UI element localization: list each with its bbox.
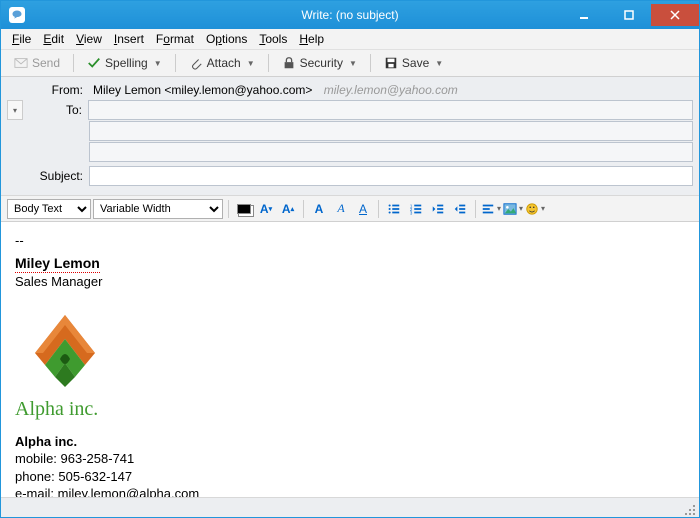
signature-name: Miley Lemon (15, 254, 100, 274)
dropdown-icon: ▼ (154, 59, 162, 68)
main-toolbar: Send Spelling ▼ Attach ▼ Security ▼ Save… (1, 49, 699, 77)
signature-info: Alpha inc. mobile: 963-258-741 phone: 50… (15, 433, 685, 503)
separator (175, 54, 176, 72)
security-label: Security (300, 56, 343, 70)
menu-view[interactable]: View (71, 30, 107, 48)
menu-format[interactable]: Format (151, 30, 199, 48)
color-swatch-icon (237, 204, 251, 214)
separator (268, 54, 269, 72)
menu-help[interactable]: Help (294, 30, 329, 48)
attach-label: Attach (207, 56, 241, 70)
send-icon (14, 56, 28, 70)
insert-emoji-button[interactable]: ▾ (525, 199, 545, 219)
to-input[interactable] (88, 100, 693, 120)
window-title: Write: (no subject) (1, 8, 699, 22)
dropdown-icon: ▼ (247, 59, 255, 68)
menu-insert[interactable]: Insert (109, 30, 149, 48)
outdent-button[interactable] (428, 199, 448, 219)
svg-text:3: 3 (410, 210, 413, 215)
signature-company: Alpha inc. (15, 434, 77, 449)
dropdown-icon: ▾ (519, 204, 523, 213)
separator (228, 200, 229, 218)
underline-button[interactable]: A (353, 199, 373, 219)
mobile-label: mobile: (15, 451, 61, 466)
separator (73, 54, 74, 72)
signature-logo: Alpha inc. (15, 309, 685, 423)
resize-grip[interactable] (683, 503, 695, 515)
phone-value: 505-632-147 (58, 469, 132, 484)
dropdown-icon: ▼ (435, 59, 443, 68)
from-main: Miley Lemon <miley.lemon@yahoo.com> (93, 83, 312, 97)
status-bar (1, 497, 699, 517)
company-logo-icon (15, 309, 115, 389)
number-list-button[interactable]: 123 (406, 199, 426, 219)
menu-options[interactable]: Options (201, 30, 252, 48)
bullet-list-button[interactable] (384, 199, 404, 219)
title-bar: Write: (no subject) (1, 1, 699, 29)
lock-icon (282, 56, 296, 70)
separator (475, 200, 476, 218)
font-size-increase-button[interactable]: A▴ (278, 199, 298, 219)
send-button[interactable]: Send (7, 53, 67, 73)
from-extra: miley.lemon@yahoo.com (324, 83, 458, 97)
menu-bar: File Edit View Insert Format Options Too… (1, 29, 699, 49)
from-label: From: (7, 83, 89, 97)
menu-file[interactable]: File (7, 30, 36, 48)
indent-button[interactable] (450, 199, 470, 219)
phone-label: phone: (15, 469, 58, 484)
recipient-type-button[interactable]: ▾ (7, 100, 23, 120)
separator (370, 54, 371, 72)
spelling-label: Spelling (105, 56, 148, 70)
align-button[interactable]: ▾ (481, 199, 501, 219)
security-button[interactable]: Security ▼ (275, 53, 364, 73)
attach-button[interactable]: Attach ▼ (182, 53, 262, 73)
from-value[interactable]: Miley Lemon <miley.lemon@yahoo.com> mile… (89, 81, 693, 99)
save-label: Save (402, 56, 429, 70)
save-icon (384, 56, 398, 70)
paragraph-select[interactable]: Body Text (7, 199, 91, 219)
send-label: Send (32, 56, 60, 70)
to-input-extra[interactable] (89, 121, 693, 141)
dropdown-icon: ▾ (497, 204, 501, 213)
menu-tools[interactable]: Tools (254, 30, 292, 48)
mobile-value: 963-258-741 (61, 451, 135, 466)
text-color-button[interactable] (234, 199, 254, 219)
bold-button[interactable]: A (309, 199, 329, 219)
check-icon (87, 56, 101, 70)
separator (303, 200, 304, 218)
separator (378, 200, 379, 218)
signature-title: Sales Manager (15, 273, 685, 291)
message-body[interactable]: -- Miley Lemon Sales Manager Alpha inc. … (1, 222, 699, 513)
message-headers: From: Miley Lemon <miley.lemon@yahoo.com… (1, 77, 699, 196)
menu-edit[interactable]: Edit (38, 30, 69, 48)
signature-dashes: -- (15, 232, 685, 250)
font-select[interactable]: Variable Width (93, 199, 223, 219)
font-size-decrease-button[interactable]: A▾ (256, 199, 276, 219)
subject-label: Subject: (7, 169, 89, 183)
to-input-extra[interactable] (89, 142, 693, 162)
dropdown-icon: ▾ (541, 204, 545, 213)
save-button[interactable]: Save ▼ (377, 53, 450, 73)
signature-company-logo-text: Alpha inc. (15, 396, 685, 423)
insert-image-button[interactable]: ▾ (503, 199, 523, 219)
spelling-button[interactable]: Spelling ▼ (80, 53, 169, 73)
paperclip-icon (189, 56, 203, 70)
to-label: To: (24, 103, 88, 117)
dropdown-icon: ▼ (349, 59, 357, 68)
italic-button[interactable]: A (331, 199, 351, 219)
format-toolbar: Body Text Variable Width A▾ A▴ A A A 123… (1, 196, 699, 222)
subject-input[interactable] (89, 166, 693, 186)
